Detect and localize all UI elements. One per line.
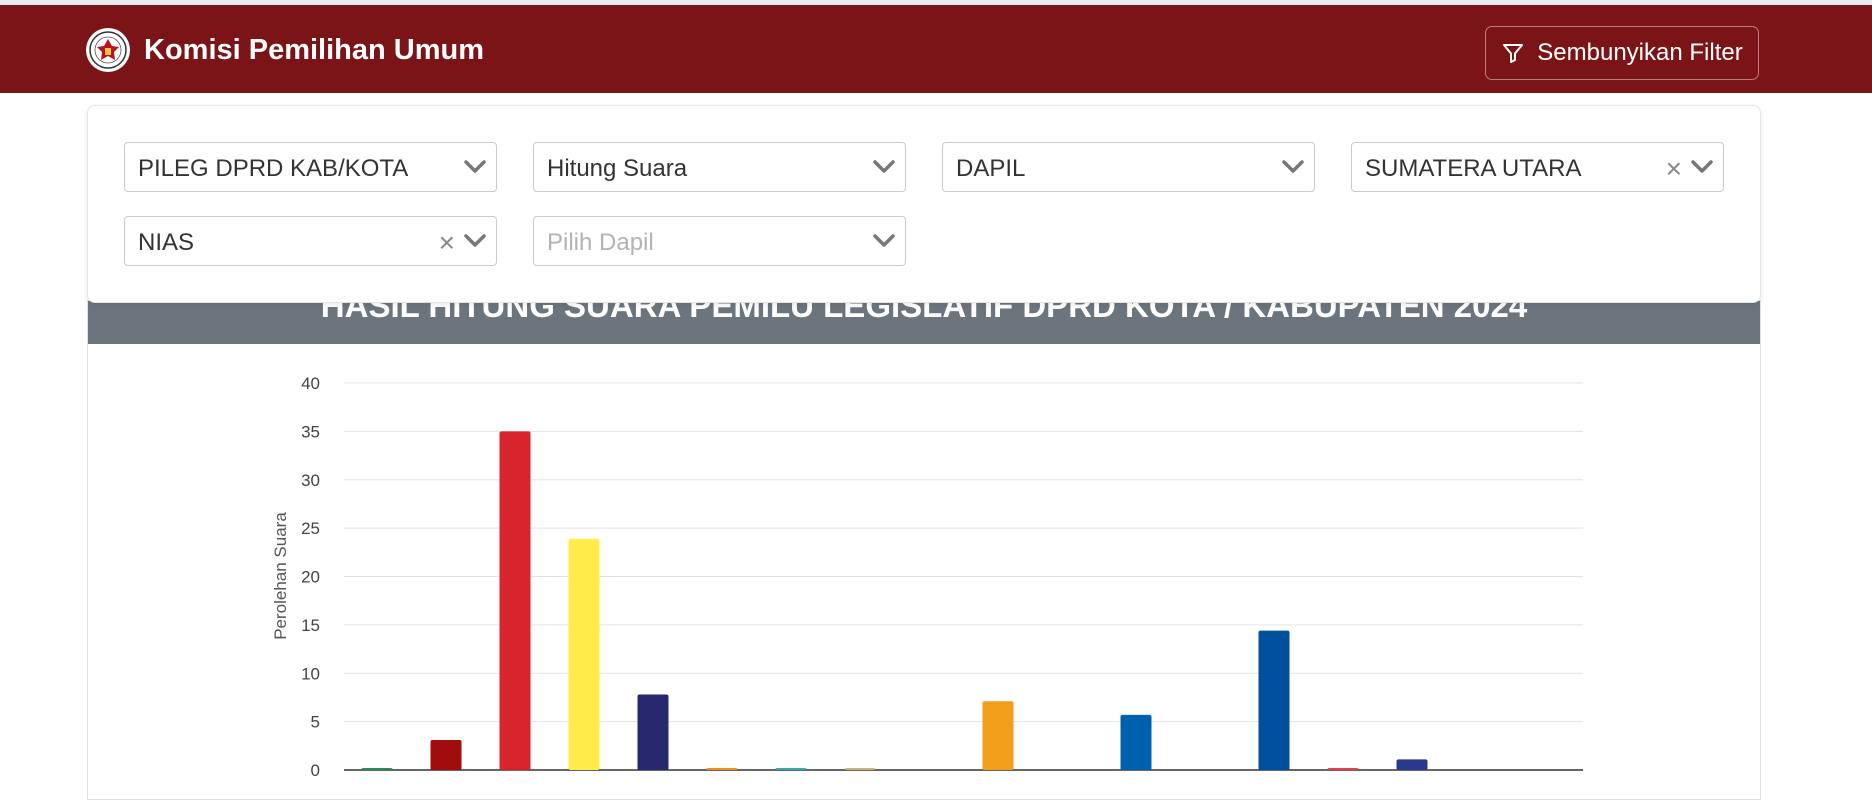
dapil-select[interactable]: Pilih Dapil [533,216,906,266]
bar [775,768,807,770]
y-tick-label: 30 [301,471,320,490]
hide-filter-button[interactable]: Sembunyikan Filter [1485,26,1759,80]
bar [1258,630,1290,770]
chevron-down-icon [464,234,486,247]
province-select[interactable]: SUMATERA UTARA × [1351,142,1724,192]
regency-value: NIAS [138,229,195,256]
top-navbar: Komisi Pemilihan Umum Sembunyikan Filter [0,5,1872,93]
count-mode-select[interactable]: Hitung Suara [533,142,906,192]
clear-icon[interactable]: × [439,229,455,257]
y-tick-label: 25 [301,519,320,538]
bar [844,768,876,770]
brand[interactable]: Komisi Pemilihan Umum [86,27,484,73]
count-mode-value: Hitung Suara [547,155,688,182]
level-value: DAPIL [956,155,1026,182]
kpu-logo-icon [86,28,130,72]
bar [982,701,1014,770]
clear-icon[interactable]: × [1666,155,1682,183]
y-tick-label: 0 [311,761,320,780]
chevron-down-icon [1282,160,1304,173]
y-tick-label: 10 [301,664,320,683]
regency-select[interactable]: NIAS × [124,216,497,266]
y-tick-label: 15 [301,616,320,635]
election-type-value: PILEG DPRD KAB/KOTA [138,155,409,182]
vote-bar-chart: 0 5 10 15 20 25 30 35 40 Perolehan Suara [271,374,1583,780]
bar [637,694,669,770]
bar [706,768,738,770]
chevron-down-icon [873,160,895,173]
filter-icon [1503,44,1524,63]
chevron-down-icon [464,160,486,173]
bar [1120,714,1152,770]
election-type-select[interactable]: PILEG DPRD KAB/KOTA [124,142,497,192]
brand-title: Komisi Pemilihan Umum [144,33,485,66]
chevron-down-icon [873,234,895,247]
dapil-placeholder: Pilih Dapil [547,229,654,256]
y-tick-label: 40 [301,374,320,393]
province-value: SUMATERA UTARA [1365,155,1582,182]
y-axis-label: Perolehan Suara [271,512,290,640]
y-tick-label: 35 [301,422,320,441]
bar [1327,768,1359,770]
level-select[interactable]: DAPIL [942,142,1315,192]
bar [499,431,531,770]
bar [568,538,600,770]
filter-panel: PILEG DPRD KAB/KOTA Hitung Suara DAPIL S… [87,105,1761,303]
hide-filter-label: Sembunyikan Filter [1537,39,1743,66]
y-tick-label: 20 [301,568,320,587]
bar [361,768,393,770]
chart-card: HASIL HITUNG SUARA PEMILU LEGISLATIF DPR… [87,300,1761,800]
bar [1396,759,1428,770]
bar [430,740,462,770]
y-tick-label: 5 [311,713,320,732]
chevron-down-icon [1691,160,1713,173]
